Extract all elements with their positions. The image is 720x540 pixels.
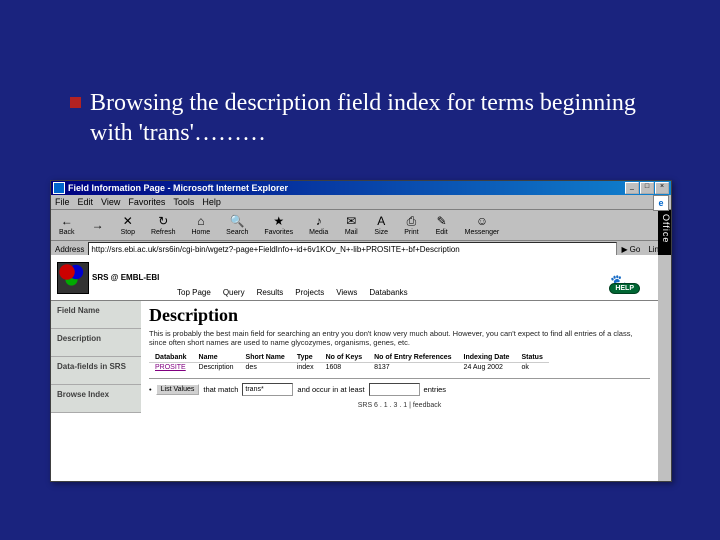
close-button[interactable]: × [655,182,669,194]
mail-icon: ✉ [344,214,358,228]
stop-button[interactable]: ✕Stop [121,214,135,236]
search-button[interactable]: 🔍Search [226,214,248,236]
messenger-icon: ☺ [475,214,489,228]
entries-label: entries [424,385,447,394]
srs-tabs: Top Page Query Results Projects Views Da… [177,258,610,297]
mail-button[interactable]: ✉Mail [344,214,358,236]
srs-logo-area: SRS @ EMBL-EBI [51,262,177,294]
th-short: Short Name [240,353,291,363]
menu-favorites[interactable]: Favorites [128,197,165,207]
search-icon: 🔍 [230,214,244,228]
occur-input[interactable] [369,383,420,396]
cell-name: Description [193,363,240,373]
browse-index-controls: • List Values that match and occur in at… [149,378,650,396]
databank-link[interactable]: PROSITE [155,364,186,371]
print-icon: ⎙ [404,214,418,228]
menu-tools[interactable]: Tools [173,197,194,207]
tab-databanks[interactable]: Databanks [369,288,407,297]
print-button[interactable]: ⎙Print [404,214,418,236]
srs-logo-text: SRS @ EMBL-EBI [92,273,159,282]
titlebar: Field Information Page - Microsoft Inter… [51,181,671,195]
refresh-icon: ↻ [156,214,170,228]
favorites-icon: ★ [272,214,286,228]
cell-type: index [291,363,320,373]
cell-keys: 1608 [320,363,369,373]
ie-icon [53,182,65,194]
cell-date: 24 Aug 2002 [458,363,516,373]
cell-refs: 8137 [368,363,457,373]
window-title: Field Information Page - Microsoft Inter… [68,183,624,193]
tab-top-page[interactable]: Top Page [177,288,211,297]
main-panel: Description This is probably the best ma… [141,301,658,413]
menubar: File Edit View Favorites Tools Help e [51,195,671,210]
vertical-scrollbar[interactable] [657,255,671,481]
edit-icon: ✎ [435,214,449,228]
th-status: Status [515,353,548,363]
size-icon: A [374,214,388,228]
tab-results[interactable]: Results [257,288,284,297]
tab-views[interactable]: Views [336,288,357,297]
messenger-button[interactable]: ☺Messenger [465,214,500,236]
table-header-row: Databank Name Short Name Type No of Keys… [149,353,549,363]
refresh-button[interactable]: ↻Refresh [151,214,176,236]
browser-window: Field Information Page - Microsoft Inter… [50,180,672,482]
cell-short: des [240,363,291,373]
editdoc-button[interactable]: ✎Edit [435,214,449,236]
table-row: PROSITE Description des index 1608 8137 … [149,363,549,373]
th-type: Type [291,353,320,363]
field-description: This is probably the best main field for… [149,330,650,347]
menu-help[interactable]: Help [202,197,221,207]
srs-header: SRS @ EMBL-EBI Top Page Query Results Pr… [51,255,658,301]
home-button[interactable]: ⌂Home [191,214,210,236]
back-button[interactable]: ←Back [59,214,75,236]
srs-logo-icon [57,262,89,294]
address-label: Address [55,245,84,254]
th-name: Name [193,353,240,363]
sidebar: Field Name Description Data-fields in SR… [51,301,141,413]
home-icon: ⌂ [194,214,208,228]
back-icon: ← [60,214,74,228]
menu-edit[interactable]: Edit [78,197,94,207]
favorites-button[interactable]: ★Favorites [264,214,293,236]
size-button[interactable]: ASize [374,214,388,236]
slide-title: Browsing the description field index for… [90,88,650,148]
data-fields-table: Databank Name Short Name Type No of Keys… [149,353,549,372]
th-databank: Databank [149,353,193,363]
media-button[interactable]: ♪Media [309,214,328,236]
toolbar: ←Back → ✕Stop ↻Refresh ⌂Home 🔍Search ★Fa… [51,210,671,241]
sidebar-description[interactable]: Description [51,329,141,357]
sidebar-field-name[interactable]: Field Name [51,301,141,329]
sidebar-browse-index[interactable]: Browse Index [51,385,141,413]
tab-projects[interactable]: Projects [295,288,324,297]
media-icon: ♪ [312,214,326,228]
field-title: Description [149,305,650,326]
help-button[interactable]: HELP [609,283,640,294]
tab-query[interactable]: Query [223,288,245,297]
minimize-button[interactable]: _ [625,182,639,194]
th-date: Indexing Date [458,353,516,363]
srs-footer: SRS 6 . 1 . 3 . 1 | feedback [149,402,650,409]
list-values-button[interactable]: List Values [156,384,200,395]
th-keys: No of Keys [320,353,369,363]
match-label: that match [203,385,238,394]
stop-icon: ✕ [121,214,135,228]
bullet-icon [70,97,81,108]
maximize-button[interactable]: □ [640,182,654,194]
sidebar-data-fields[interactable]: Data-fields in SRS [51,357,141,385]
match-input[interactable] [242,383,293,396]
menu-view[interactable]: View [101,197,120,207]
page-content: SRS @ EMBL-EBI Top Page Query Results Pr… [51,255,658,481]
ie-logo-icon: e [653,195,669,211]
occur-label: and occur in at least [297,385,364,394]
cell-status: ok [515,363,548,373]
forward-icon: → [91,218,105,232]
address-input[interactable] [88,242,617,256]
go-button[interactable]: ▶ Go [621,245,640,254]
menu-file[interactable]: File [55,197,70,207]
forward-button[interactable]: → [91,218,105,233]
th-refs: No of Entry References [368,353,457,363]
